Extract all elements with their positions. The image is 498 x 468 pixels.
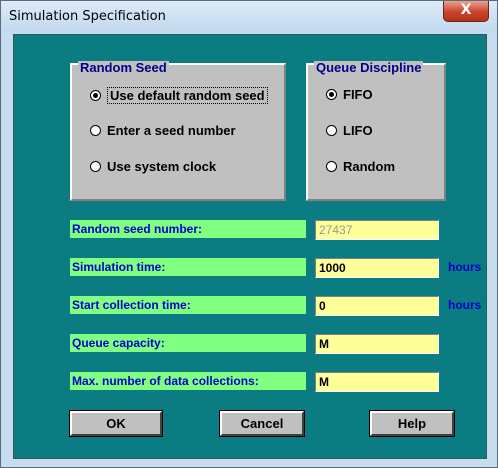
radio-fifo[interactable]: FIFO bbox=[326, 87, 373, 102]
simulation-time-unit: hours bbox=[448, 260, 482, 274]
start-collection-time-unit: hours bbox=[448, 298, 482, 312]
max-data-collections-label: Max. number of data collections: bbox=[70, 372, 306, 390]
simulation-time-label: Simulation time: bbox=[70, 258, 306, 276]
close-button[interactable]: X bbox=[443, 1, 489, 22]
start-collection-time-label: Start collection time: bbox=[70, 296, 306, 314]
radio-unselected-icon bbox=[90, 161, 101, 172]
radio-label: Use system clock bbox=[107, 159, 217, 174]
radio-enter-seed-number[interactable]: Enter a seed number bbox=[90, 123, 236, 138]
close-icon: X bbox=[460, 2, 472, 18]
radio-use-system-clock[interactable]: Use system clock bbox=[90, 159, 216, 174]
radio-label: Enter a seed number bbox=[107, 123, 236, 138]
queue-capacity-field[interactable]: M bbox=[315, 334, 439, 354]
radio-label: Random bbox=[343, 159, 395, 174]
start-collection-time-field[interactable]: 0 bbox=[315, 296, 439, 316]
random-seed-group-title: Random Seed bbox=[78, 60, 169, 75]
radio-selected-icon bbox=[326, 89, 337, 100]
radio-label: Use default random seed bbox=[107, 87, 268, 104]
window-title: Simulation Specification bbox=[9, 9, 166, 24]
radio-label: FIFO bbox=[343, 87, 373, 102]
queue-discipline-group: Queue Discipline FIFO LIFO Random bbox=[306, 60, 446, 201]
radio-unselected-icon bbox=[326, 125, 337, 136]
radio-label: LIFO bbox=[343, 123, 373, 138]
queue-capacity-label: Queue capacity: bbox=[70, 334, 306, 352]
radio-unselected-icon bbox=[90, 125, 101, 136]
radio-selected-icon bbox=[90, 90, 101, 101]
random-seed-number-label: Random seed number: bbox=[70, 220, 306, 238]
random-seed-group: Random Seed Use default random seed Ente… bbox=[70, 60, 286, 201]
random-seed-number-field[interactable]: 27437 bbox=[315, 220, 439, 240]
dialog-client-area: Random Seed Use default random seed Ente… bbox=[13, 34, 487, 459]
ok-button[interactable]: OK bbox=[69, 410, 163, 437]
simulation-time-field[interactable]: 1000 bbox=[315, 258, 439, 278]
max-data-collections-field[interactable]: M bbox=[315, 372, 439, 392]
title-bar[interactable]: Simulation Specification X bbox=[1, 1, 497, 31]
radio-unselected-icon bbox=[326, 161, 337, 172]
dialog-window: Simulation Specification X Random Seed U… bbox=[0, 0, 498, 468]
queue-discipline-group-title: Queue Discipline bbox=[314, 60, 424, 75]
help-button[interactable]: Help bbox=[369, 410, 455, 437]
radio-use-default-seed[interactable]: Use default random seed bbox=[90, 87, 268, 104]
radio-lifo[interactable]: LIFO bbox=[326, 123, 373, 138]
cancel-button[interactable]: Cancel bbox=[219, 410, 305, 437]
radio-random[interactable]: Random bbox=[326, 159, 395, 174]
